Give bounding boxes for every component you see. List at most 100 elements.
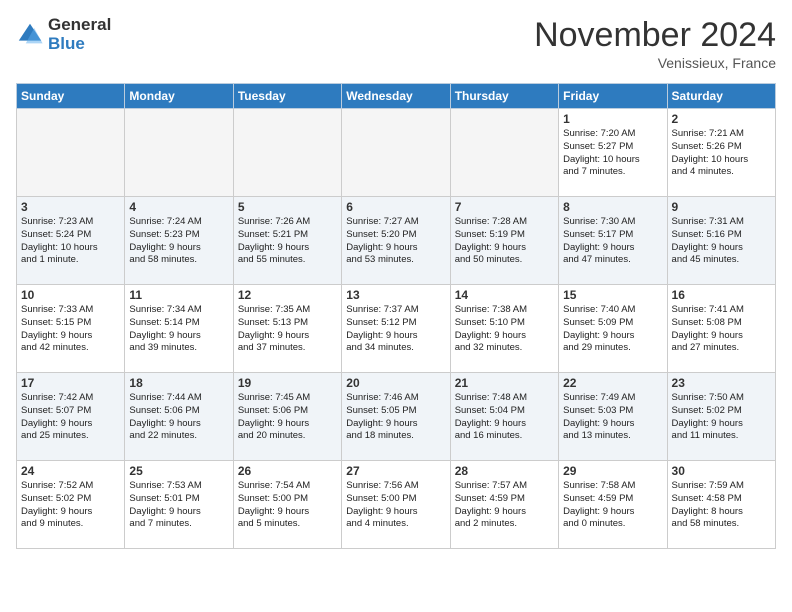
day-number: 11 <box>129 288 228 302</box>
table-row: 7 Sunrise: 7:28 AM Sunset: 5:19 PM Daylig… <box>450 197 558 285</box>
day-info: Sunrise: 7:34 AM Sunset: 5:14 PM Dayligh… <box>129 304 228 355</box>
page-header: General Blue November 2024 Venissieux, F… <box>16 16 776 71</box>
calendar-table: SundayMondayTuesdayWednesdayThursdayFrid… <box>16 83 776 549</box>
day-info: Sunrise: 7:20 AM Sunset: 5:27 PM Dayligh… <box>563 128 662 179</box>
table-row: 15 Sunrise: 7:40 AM Sunset: 5:09 PM Dayli… <box>559 285 667 373</box>
day-info: Sunrise: 7:54 AM Sunset: 5:00 PM Dayligh… <box>238 480 337 531</box>
day-info: Sunrise: 7:57 AM Sunset: 4:59 PM Dayligh… <box>455 480 554 531</box>
table-row: 17 Sunrise: 7:42 AM Sunset: 5:07 PM Dayli… <box>17 373 125 461</box>
table-row: 3 Sunrise: 7:23 AM Sunset: 5:24 PM Daylig… <box>17 197 125 285</box>
day-info: Sunrise: 7:33 AM Sunset: 5:15 PM Dayligh… <box>21 304 120 355</box>
day-number: 10 <box>21 288 120 302</box>
table-row: 30Sunrise: 7:59 AM Sunset: 4:58 PM Dayli… <box>667 461 775 549</box>
table-row: 6Sunrise: 7:27 AM Sunset: 5:20 PM Daylig… <box>342 197 450 285</box>
day-info: Sunrise: 7:58 AM Sunset: 4:59 PM Dayligh… <box>563 480 662 531</box>
column-header-monday: Monday <box>125 84 233 109</box>
table-row <box>17 109 125 197</box>
day-number: 24 <box>21 464 120 478</box>
table-row: 8 Sunrise: 7:30 AM Sunset: 5:17 PM Daylig… <box>559 197 667 285</box>
day-info: Sunrise: 7:23 AM Sunset: 5:24 PM Dayligh… <box>21 216 120 267</box>
table-row: 25 Sunrise: 7:53 AM Sunset: 5:01 PM Dayli… <box>125 461 233 549</box>
table-row <box>342 109 450 197</box>
day-info: Sunrise: 7:45 AM Sunset: 5:06 PM Dayligh… <box>238 392 337 443</box>
table-row: 5 Sunrise: 7:26 AM Sunset: 5:21 PM Daylig… <box>233 197 341 285</box>
day-number: 8 <box>563 200 662 214</box>
calendar-week-row: 24Sunrise: 7:52 AM Sunset: 5:02 PM Dayli… <box>17 461 776 549</box>
day-number: 28 <box>455 464 554 478</box>
day-info: Sunrise: 7:24 AM Sunset: 5:23 PM Dayligh… <box>129 216 228 267</box>
day-number: 2 <box>672 112 771 126</box>
table-row: 29 Sunrise: 7:58 AM Sunset: 4:59 PM Dayli… <box>559 461 667 549</box>
table-row: 14 Sunrise: 7:38 AM Sunset: 5:10 PM Dayli… <box>450 285 558 373</box>
day-number: 22 <box>563 376 662 390</box>
column-header-saturday: Saturday <box>667 84 775 109</box>
day-number: 29 <box>563 464 662 478</box>
day-number: 15 <box>563 288 662 302</box>
day-number: 5 <box>238 200 337 214</box>
table-row: 16 Sunrise: 7:41 AM Sunset: 5:08 PM Dayli… <box>667 285 775 373</box>
day-info: Sunrise: 7:35 AM Sunset: 5:13 PM Dayligh… <box>238 304 337 355</box>
table-row: 12Sunrise: 7:35 AM Sunset: 5:13 PM Dayli… <box>233 285 341 373</box>
day-info: Sunrise: 7:21 AM Sunset: 5:26 PM Dayligh… <box>672 128 771 179</box>
table-row: 13Sunrise: 7:37 AM Sunset: 5:12 PM Dayli… <box>342 285 450 373</box>
table-row: 19Sunrise: 7:45 AM Sunset: 5:06 PM Dayli… <box>233 373 341 461</box>
calendar-week-row: 3 Sunrise: 7:23 AM Sunset: 5:24 PM Daylig… <box>17 197 776 285</box>
day-info: Sunrise: 7:42 AM Sunset: 5:07 PM Dayligh… <box>21 392 120 443</box>
day-info: Sunrise: 7:26 AM Sunset: 5:21 PM Dayligh… <box>238 216 337 267</box>
day-info: Sunrise: 7:48 AM Sunset: 5:04 PM Dayligh… <box>455 392 554 443</box>
table-row: 18 Sunrise: 7:44 AM Sunset: 5:06 PM Dayli… <box>125 373 233 461</box>
calendar-week-row: 1 Sunrise: 7:20 AM Sunset: 5:27 PM Daylig… <box>17 109 776 197</box>
logo: General Blue <box>16 16 111 53</box>
day-info: Sunrise: 7:56 AM Sunset: 5:00 PM Dayligh… <box>346 480 445 531</box>
day-info: Sunrise: 7:40 AM Sunset: 5:09 PM Dayligh… <box>563 304 662 355</box>
month-title: November 2024 <box>534 16 776 55</box>
calendar-week-row: 17 Sunrise: 7:42 AM Sunset: 5:07 PM Dayli… <box>17 373 776 461</box>
day-info: Sunrise: 7:38 AM Sunset: 5:10 PM Dayligh… <box>455 304 554 355</box>
day-info: Sunrise: 7:30 AM Sunset: 5:17 PM Dayligh… <box>563 216 662 267</box>
table-row: 9 Sunrise: 7:31 AM Sunset: 5:16 PM Daylig… <box>667 197 775 285</box>
day-number: 20 <box>346 376 445 390</box>
day-info: Sunrise: 7:44 AM Sunset: 5:06 PM Dayligh… <box>129 392 228 443</box>
table-row: 23Sunrise: 7:50 AM Sunset: 5:02 PM Dayli… <box>667 373 775 461</box>
day-number: 1 <box>563 112 662 126</box>
column-header-sunday: Sunday <box>17 84 125 109</box>
day-number: 14 <box>455 288 554 302</box>
day-info: Sunrise: 7:28 AM Sunset: 5:19 PM Dayligh… <box>455 216 554 267</box>
table-row: 4 Sunrise: 7:24 AM Sunset: 5:23 PM Daylig… <box>125 197 233 285</box>
location-subtitle: Venissieux, France <box>534 55 776 71</box>
day-info: Sunrise: 7:31 AM Sunset: 5:16 PM Dayligh… <box>672 216 771 267</box>
day-number: 21 <box>455 376 554 390</box>
day-number: 9 <box>672 200 771 214</box>
day-number: 16 <box>672 288 771 302</box>
table-row <box>450 109 558 197</box>
day-info: Sunrise: 7:41 AM Sunset: 5:08 PM Dayligh… <box>672 304 771 355</box>
day-number: 27 <box>346 464 445 478</box>
day-info: Sunrise: 7:53 AM Sunset: 5:01 PM Dayligh… <box>129 480 228 531</box>
table-row: 20 Sunrise: 7:46 AM Sunset: 5:05 PM Dayli… <box>342 373 450 461</box>
table-row: 26 Sunrise: 7:54 AM Sunset: 5:00 PM Dayli… <box>233 461 341 549</box>
column-header-thursday: Thursday <box>450 84 558 109</box>
column-header-tuesday: Tuesday <box>233 84 341 109</box>
table-row: 11 Sunrise: 7:34 AM Sunset: 5:14 PM Dayli… <box>125 285 233 373</box>
day-number: 26 <box>238 464 337 478</box>
day-number: 17 <box>21 376 120 390</box>
table-row: 21 Sunrise: 7:48 AM Sunset: 5:04 PM Dayli… <box>450 373 558 461</box>
day-number: 18 <box>129 376 228 390</box>
logo-blue-text: Blue <box>48 35 111 54</box>
day-number: 30 <box>672 464 771 478</box>
day-number: 4 <box>129 200 228 214</box>
day-info: Sunrise: 7:46 AM Sunset: 5:05 PM Dayligh… <box>346 392 445 443</box>
logo-text: General Blue <box>48 16 111 53</box>
day-info: Sunrise: 7:37 AM Sunset: 5:12 PM Dayligh… <box>346 304 445 355</box>
title-block: November 2024 Venissieux, France <box>534 16 776 71</box>
table-row: 22Sunrise: 7:49 AM Sunset: 5:03 PM Dayli… <box>559 373 667 461</box>
table-row <box>125 109 233 197</box>
table-row: 24Sunrise: 7:52 AM Sunset: 5:02 PM Dayli… <box>17 461 125 549</box>
day-number: 3 <box>21 200 120 214</box>
table-row: 1 Sunrise: 7:20 AM Sunset: 5:27 PM Daylig… <box>559 109 667 197</box>
day-number: 23 <box>672 376 771 390</box>
calendar-week-row: 10 Sunrise: 7:33 AM Sunset: 5:15 PM Dayli… <box>17 285 776 373</box>
column-header-wednesday: Wednesday <box>342 84 450 109</box>
day-number: 7 <box>455 200 554 214</box>
day-number: 25 <box>129 464 228 478</box>
